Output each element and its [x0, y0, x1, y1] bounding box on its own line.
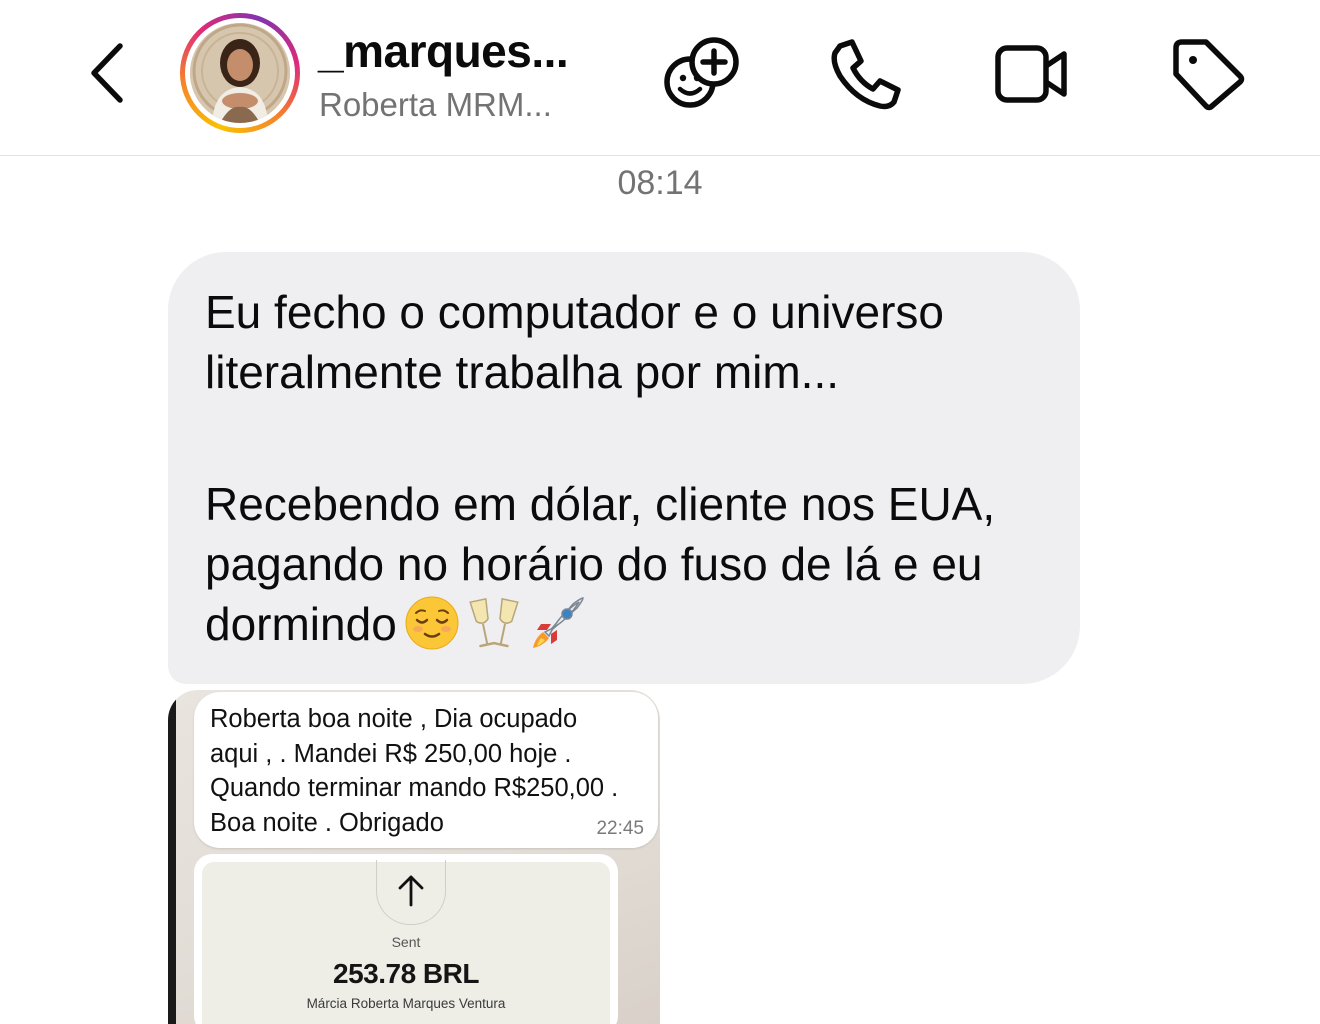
transfer-status: Sent	[391, 934, 421, 950]
message-text: Eu fecho o computador e o universo liter…	[205, 282, 1065, 654]
avatar-story-ring[interactable]	[180, 13, 300, 133]
whatsapp-message-line: aqui , . Mandei R$ 250,00 hoje .	[210, 739, 572, 768]
message-last-line: dormindo	[205, 594, 1065, 654]
shared-image-attachment[interactable]: Roberta boa noite , Dia ocupado aqui , .…	[168, 690, 660, 1024]
relieved-face-emoji	[405, 596, 459, 650]
whatsapp-message-line: Boa noite . Obrigado	[210, 808, 444, 837]
whatsapp-message-time: 22:45	[596, 818, 644, 839]
avatar	[190, 23, 290, 123]
message-line: pagando no horário do fuso de lá e eu	[205, 538, 983, 590]
message-line: Recebendo em dólar, cliente nos EUA,	[205, 478, 996, 530]
transfer-amount: 253.78 BRL	[333, 958, 479, 989]
message-line: Eu fecho o computador e o universo	[205, 286, 945, 338]
champagne-glasses-emoji	[468, 597, 519, 648]
whatsapp-message-text: Roberta boa noite , Dia ocupado aqui , .…	[210, 702, 650, 840]
chat-header: _marques... Roberta MRM...	[0, 0, 1320, 156]
back-chevron-icon[interactable]	[84, 38, 132, 108]
whatsapp-message-bubble: Roberta boa noite , Dia ocupado aqui , .…	[194, 692, 658, 848]
chat-subtitle: Roberta MRM...	[319, 86, 552, 123]
avatar-photo	[190, 23, 290, 123]
transfer-receipt-card: Sent 253.78 BRL Márcia Roberta Marques V…	[202, 860, 610, 1024]
message-timestamp: 08:14	[617, 164, 703, 202]
phone-icon[interactable]	[826, 34, 906, 114]
arrow-up-icon	[398, 875, 424, 907]
received-message-bubble[interactable]: Eu fecho o computador e o universo liter…	[168, 252, 1080, 684]
transfer-recipient: Márcia Roberta Marques Ventura	[306, 996, 506, 1011]
add-people-icon[interactable]	[662, 34, 742, 114]
whatsapp-message-line: Quando terminar mando R$250,00 .	[210, 774, 619, 802]
whatsapp-message-line: Roberta boa noite , Dia ocupado	[210, 705, 578, 733]
message-line: dormindo	[205, 598, 397, 650]
rocket-emoji	[532, 597, 584, 648]
tag-icon[interactable]	[1166, 34, 1246, 114]
video-camera-icon[interactable]	[992, 34, 1072, 114]
message-line: literalmente trabalha por mim...	[205, 346, 840, 398]
transfer-card-frame: Sent 253.78 BRL Márcia Roberta Marques V…	[194, 854, 618, 1024]
photo-edge	[168, 690, 176, 1024]
chat-username[interactable]: _marques...	[318, 24, 569, 78]
